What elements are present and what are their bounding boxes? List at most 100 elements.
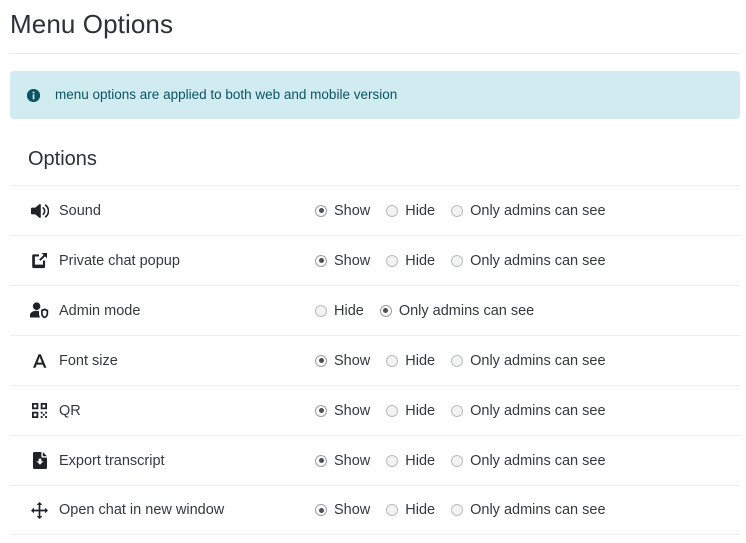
option-label-cell: Private chat popup	[10, 252, 315, 270]
title-divider	[10, 53, 740, 54]
radio-label: Hide	[405, 452, 435, 470]
radio-button[interactable]	[380, 305, 392, 317]
radio-label: Show	[334, 402, 370, 420]
radio-choice-hide[interactable]: Hide	[386, 501, 435, 519]
radio-label: Only admins can see	[470, 452, 605, 470]
volume-up-icon	[30, 202, 49, 220]
radio-choice-show[interactable]: Show	[315, 202, 370, 220]
radio-choice-admins[interactable]: Only admins can see	[451, 452, 605, 470]
option-name: Admin mode	[59, 302, 140, 320]
option-name: Open chat in new window	[59, 501, 224, 519]
radio-choice-admins[interactable]: Only admins can see	[451, 402, 605, 420]
qr-code-icon	[30, 402, 49, 420]
radio-button[interactable]	[315, 305, 327, 317]
radio-button[interactable]	[315, 405, 327, 417]
option-name: Export transcript	[59, 452, 165, 470]
option-choices: Show Hide Only admins can see	[315, 252, 740, 270]
radio-label: Hide	[334, 302, 364, 320]
radio-choice-admins[interactable]: Only admins can see	[451, 352, 605, 370]
menu-options-page: Menu Options menu options are applied to…	[0, 0, 746, 543]
radio-label: Show	[334, 202, 370, 220]
info-banner-text: menu options are applied to both web and…	[55, 87, 397, 103]
table-row: QR Show Hide Only admins can see	[10, 385, 740, 435]
radio-label: Hide	[405, 402, 435, 420]
radio-button[interactable]	[451, 405, 463, 417]
radio-label: Hide	[405, 202, 435, 220]
radio-label: Hide	[405, 352, 435, 370]
radio-label: Show	[334, 352, 370, 370]
radio-choice-admins[interactable]: Only admins can see	[451, 252, 605, 270]
option-label-cell: Font size	[10, 352, 315, 370]
option-label-cell: QR	[10, 402, 315, 420]
option-choices: Show Hide Only admins can see	[315, 501, 740, 519]
radio-choice-hide[interactable]: Hide	[386, 352, 435, 370]
arrows-move-icon	[30, 501, 49, 519]
radio-choice-show[interactable]: Show	[315, 402, 370, 420]
table-row: Font size Show Hide Only admins can see	[10, 335, 740, 385]
option-name: Private chat popup	[59, 252, 180, 270]
radio-choice-admins[interactable]: Only admins can see	[380, 302, 534, 320]
radio-label: Show	[334, 252, 370, 270]
radio-button[interactable]	[315, 205, 327, 217]
radio-button[interactable]	[315, 355, 327, 367]
options-section-title: Options	[0, 119, 746, 172]
radio-button[interactable]	[451, 255, 463, 267]
radio-choice-admins[interactable]: Only admins can see	[451, 202, 605, 220]
radio-label: Only admins can see	[470, 352, 605, 370]
radio-choice-hide[interactable]: Hide	[386, 202, 435, 220]
options-list: Sound Show Hide Only admins can see	[10, 185, 740, 535]
radio-button[interactable]	[386, 205, 398, 217]
radio-choice-hide[interactable]: Hide	[386, 252, 435, 270]
radio-button[interactable]	[315, 255, 327, 267]
info-circle-icon	[27, 89, 40, 102]
radio-button[interactable]	[451, 205, 463, 217]
radio-choice-hide[interactable]: Hide	[315, 302, 364, 320]
radio-button[interactable]	[451, 455, 463, 467]
option-choices: Show Hide Only admins can see	[315, 452, 740, 470]
option-label-cell: Admin mode	[10, 302, 315, 320]
font-size-icon	[30, 352, 49, 370]
page-title: Menu Options	[0, 0, 746, 40]
option-choices: Hide Only admins can see	[315, 302, 740, 320]
radio-label: Only admins can see	[470, 252, 605, 270]
radio-button[interactable]	[386, 355, 398, 367]
table-row: Admin mode Hide Only admins can see	[10, 285, 740, 335]
radio-button[interactable]	[315, 504, 327, 516]
radio-button[interactable]	[451, 504, 463, 516]
radio-choice-show[interactable]: Show	[315, 501, 370, 519]
option-choices: Show Hide Only admins can see	[315, 352, 740, 370]
user-shield-icon	[30, 302, 49, 320]
option-label-cell: Open chat in new window	[10, 501, 315, 519]
radio-choice-admins[interactable]: Only admins can see	[451, 501, 605, 519]
option-label-cell: Sound	[10, 202, 315, 220]
info-banner: menu options are applied to both web and…	[10, 71, 740, 119]
radio-button[interactable]	[451, 355, 463, 367]
radio-button[interactable]	[386, 405, 398, 417]
radio-choice-hide[interactable]: Hide	[386, 452, 435, 470]
option-choices: Show Hide Only admins can see	[315, 202, 740, 220]
table-row: Open chat in new window Show Hide Only a…	[10, 485, 740, 535]
radio-button[interactable]	[386, 504, 398, 516]
option-name: QR	[59, 402, 81, 420]
table-row: Export transcript Show Hide Only admins …	[10, 435, 740, 485]
radio-label: Show	[334, 452, 370, 470]
radio-choice-show[interactable]: Show	[315, 452, 370, 470]
radio-label: Only admins can see	[470, 402, 605, 420]
radio-choice-show[interactable]: Show	[315, 352, 370, 370]
option-name: Sound	[59, 202, 101, 220]
table-row: Private chat popup Show Hide Only admins…	[10, 235, 740, 285]
option-choices: Show Hide Only admins can see	[315, 402, 740, 420]
option-name: Font size	[59, 352, 118, 370]
radio-choice-show[interactable]: Show	[315, 252, 370, 270]
radio-label: Hide	[405, 252, 435, 270]
radio-button[interactable]	[315, 455, 327, 467]
radio-label: Show	[334, 501, 370, 519]
radio-label: Only admins can see	[399, 302, 534, 320]
radio-choice-hide[interactable]: Hide	[386, 402, 435, 420]
radio-label: Only admins can see	[470, 501, 605, 519]
radio-label: Hide	[405, 501, 435, 519]
table-row: Sound Show Hide Only admins can see	[10, 185, 740, 235]
external-link-icon	[30, 252, 49, 270]
radio-button[interactable]	[386, 255, 398, 267]
radio-button[interactable]	[386, 455, 398, 467]
